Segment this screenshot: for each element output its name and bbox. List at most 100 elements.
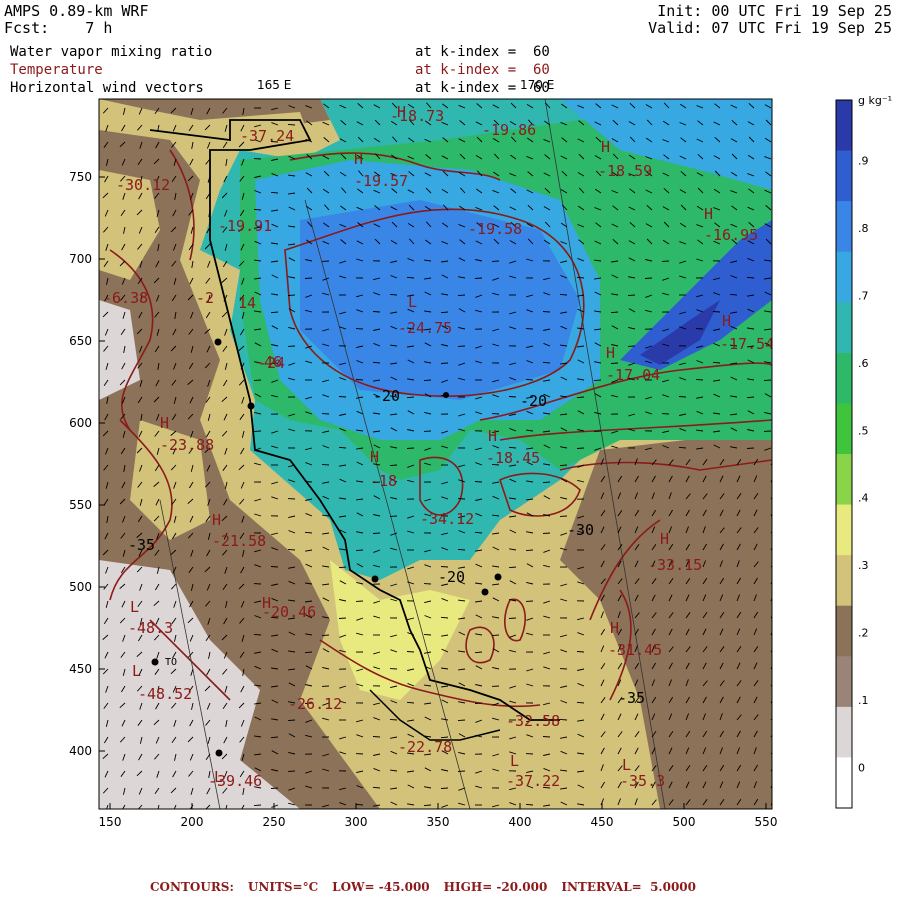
- map-canvas: H -18.73 -19.86 H -19.57 H -18.59 -19.58 H -16.95…: [69, 78, 892, 829]
- high-marker: H: [606, 344, 615, 362]
- colorbar-label: .9: [858, 155, 869, 168]
- colorbar-swatch: [836, 352, 852, 404]
- colorbar-label: .8: [858, 222, 869, 235]
- temperature-value-label: -35.3: [620, 772, 665, 790]
- wind-vector: [287, 548, 296, 551]
- high-marker: H: [704, 205, 713, 223]
- temperature-value-label: -17.04: [606, 366, 660, 384]
- wind-vector: [304, 481, 313, 483]
- y-tick-label: 550: [69, 498, 92, 512]
- colorbar-swatch: [836, 605, 852, 657]
- x-tick-label: 500: [673, 815, 696, 829]
- wind-vector: [474, 481, 483, 483]
- station-dot: [151, 658, 159, 666]
- wind-vector: [542, 736, 551, 738]
- colorbar-swatch: [836, 706, 852, 758]
- wind-vector: [287, 294, 296, 297]
- wind-vector: [287, 719, 296, 722]
- wind-vector: [593, 379, 602, 382]
- colorbar: .9 .8 .7 .6 .5 .4 .3 .2 .1 0: [835, 99, 869, 809]
- temperature-value-label: -31.45: [608, 641, 662, 659]
- temperature-value-label: -20: [438, 568, 465, 586]
- colorbar-label: .4: [858, 492, 869, 505]
- wind-vector: [304, 277, 313, 279]
- temperature-value-label: -20: [373, 387, 400, 405]
- temperature-value-label: -19.57: [354, 172, 408, 190]
- x-tick-label: 250: [263, 815, 286, 829]
- wind-vector: [491, 634, 500, 637]
- temperature-value-label: -37.24: [240, 127, 294, 145]
- wind-vector: [287, 123, 296, 126]
- wind-vector: [253, 804, 262, 807]
- high-marker: H: [660, 530, 669, 548]
- temperature-value-label: -26.12: [288, 695, 342, 713]
- low-marker: L: [408, 293, 417, 311]
- temperature-value-label: -18.45: [486, 449, 540, 467]
- x-tick-label: 300: [345, 815, 368, 829]
- wind-vector: [372, 311, 381, 313]
- colorbar-swatch: [836, 251, 852, 303]
- high-marker: H: [160, 414, 169, 432]
- temperature-value-label: -37.22: [506, 772, 560, 790]
- temperature-value-label: 14: [238, 294, 256, 312]
- wind-vector: [423, 379, 432, 382]
- colorbar-swatch: [836, 454, 852, 506]
- wind-vector: [559, 718, 568, 721]
- temperature-value-label: -2: [196, 289, 214, 307]
- x-tick-label: 450: [591, 815, 614, 829]
- low-marker: L: [132, 662, 141, 680]
- temperature-value-label: -6.38: [103, 289, 148, 307]
- temperature-value-label: -20: [520, 392, 547, 410]
- wind-vector: [355, 549, 364, 552]
- x-tick-label: 550: [755, 815, 778, 829]
- temperature-value-label: -23.88: [160, 436, 214, 454]
- temperature-value-label: -24.75: [398, 319, 452, 337]
- wind-vector: [406, 651, 415, 653]
- high-marker: H: [212, 511, 221, 529]
- temperature-value-label: -30: [567, 521, 594, 539]
- station-dot: [371, 575, 379, 583]
- y-tick-label: 750: [69, 170, 92, 184]
- wind-vector: [678, 396, 687, 398]
- station-dot: [214, 338, 222, 346]
- temperature-value-label: -17.54: [720, 335, 774, 353]
- colorbar-label: .5: [858, 424, 869, 437]
- wind-vector: [406, 447, 415, 449]
- wind-vector: [389, 293, 398, 296]
- wind-vector: [576, 447, 585, 449]
- high-marker: H: [722, 312, 731, 330]
- temperature-value-label: -33.15: [648, 556, 702, 574]
- high-marker: H: [488, 427, 497, 445]
- temperature-value-label: -35: [618, 689, 645, 707]
- y-tick-label: 700: [69, 252, 92, 266]
- colorbar-swatch: [836, 403, 852, 455]
- colorbar-label: 0: [858, 761, 865, 774]
- wind-vector: [474, 277, 483, 279]
- x-tick-label: 150: [99, 815, 122, 829]
- wind-vector: [321, 634, 330, 637]
- temperature-value-label: TO: [165, 657, 177, 668]
- wind-vector: [542, 311, 551, 313]
- wind-vector: [270, 566, 279, 568]
- temperature-value-label: -39.46: [208, 772, 262, 790]
- wind-vector: [372, 532, 381, 534]
- high-marker: H: [370, 448, 379, 466]
- footer-low: LOW= -45.000: [332, 880, 430, 894]
- low-marker: L: [130, 598, 139, 616]
- temperature-value-label: -21.58: [212, 532, 266, 550]
- wind-vector: [712, 311, 721, 313]
- footer-contours: CONTOURS:: [150, 880, 234, 894]
- high-marker: H: [601, 138, 610, 156]
- x-tick-label: 200: [181, 815, 204, 829]
- temperature-value-label: -16.95: [704, 226, 758, 244]
- station-dot: [247, 402, 255, 410]
- x-tick-label: 350: [427, 815, 450, 829]
- wind-vector: [525, 803, 534, 806]
- lon-label-165: 165 E: [257, 78, 291, 92]
- temperature-value-label: -48.52: [138, 685, 192, 703]
- wind-vector: [508, 617, 517, 619]
- wind-vector: [372, 736, 381, 738]
- colorbar-label: .1: [858, 694, 869, 707]
- high-marker: H: [610, 619, 619, 637]
- lon-label-170: 170 E: [520, 78, 554, 92]
